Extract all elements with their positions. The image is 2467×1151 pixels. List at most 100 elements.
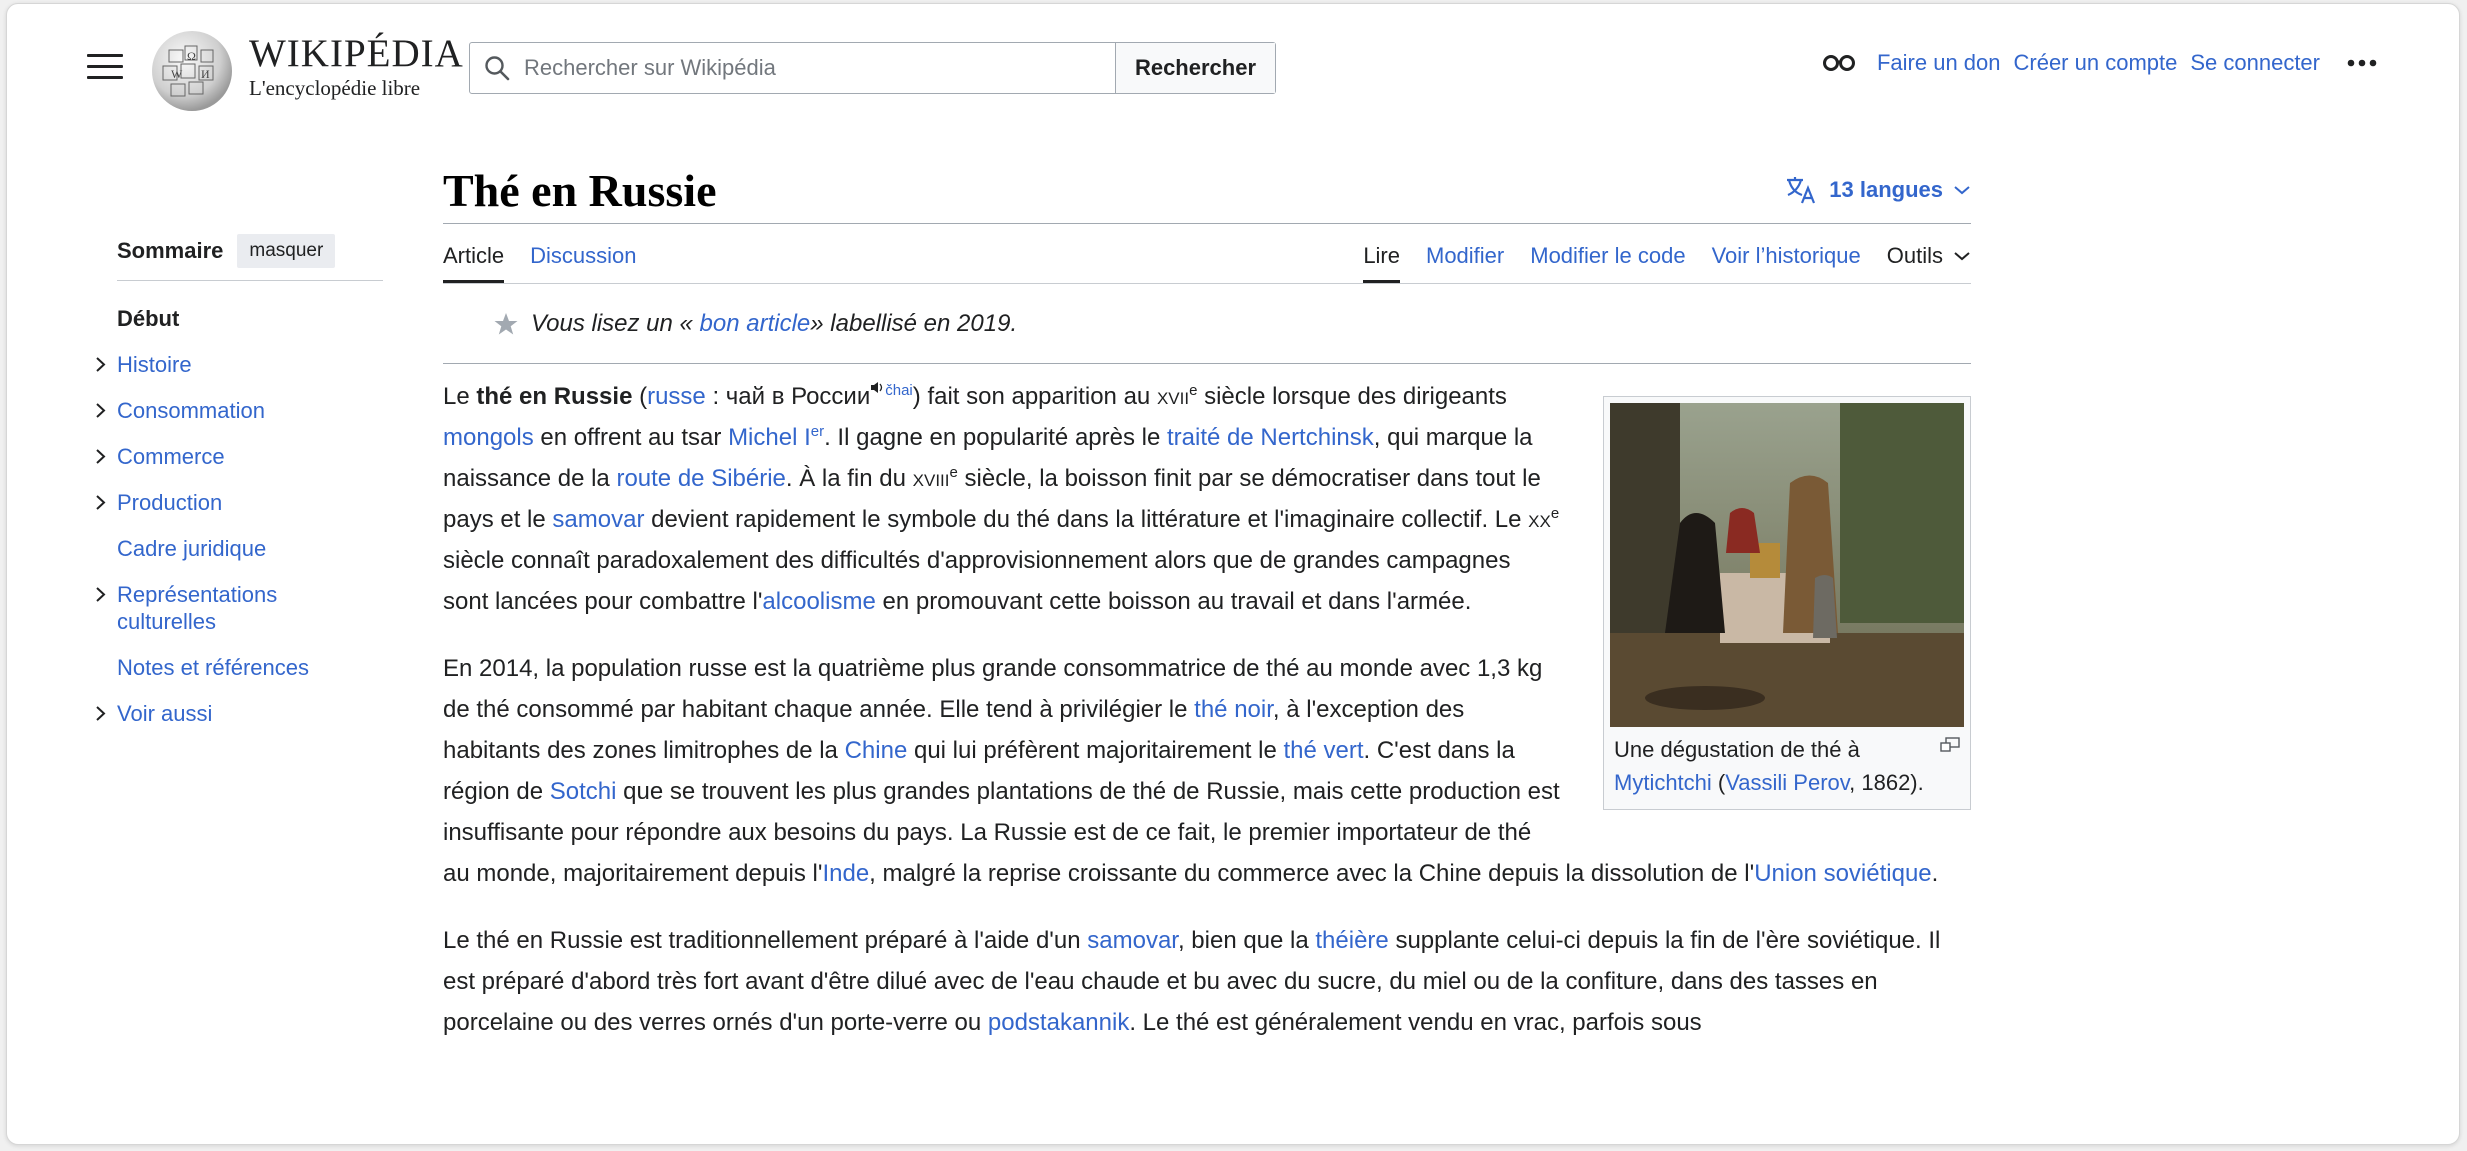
caption-link-mytichtchi[interactable]: Mytichtchi: [1614, 770, 1712, 795]
glasses-icon[interactable]: [1822, 52, 1856, 74]
text: siècle lorsque des dirigeants: [1197, 383, 1507, 410]
chevron-down-icon: [1954, 252, 1970, 261]
tab-history[interactable]: Voir l’historique: [1712, 243, 1861, 283]
language-count: 13 langues: [1829, 177, 1943, 202]
link-text: Michel I: [728, 424, 811, 451]
hamburger-icon[interactable]: [87, 54, 123, 84]
link-traite-nertchinsk[interactable]: traité de Nertchinsk: [1167, 424, 1374, 451]
caption-link-perov[interactable]: Vassili Perov: [1725, 770, 1849, 795]
toc-title: Sommaire: [117, 238, 224, 263]
chevron-right-icon[interactable]: [91, 489, 111, 516]
toc-header: Sommaire masquer: [117, 234, 383, 281]
toc-item-label: Début: [117, 306, 180, 331]
text: en promouvant cette boisson au travail e…: [875, 588, 1472, 615]
painting-image[interactable]: [1610, 403, 1964, 727]
link-samovar[interactable]: samovar: [552, 506, 644, 533]
toc-item-notes[interactable]: Notes et références: [117, 654, 383, 681]
link-chine[interactable]: Chine: [845, 737, 908, 764]
figure-caption: Une dégustation de thé à Mytichtchi (Vas…: [1610, 727, 1964, 803]
text: ) fait son apparition au: [912, 383, 1157, 410]
login-link[interactable]: Se connecter: [2190, 50, 2320, 76]
chevron-right-icon[interactable]: [91, 351, 111, 378]
toc-item-label: Cadre juridique: [117, 536, 267, 561]
svg-text:И: И: [201, 67, 210, 81]
century-numeral: xvii: [1156, 383, 1190, 410]
search-button[interactable]: Rechercher: [1115, 43, 1275, 93]
language-button[interactable]: 13 langues: [1785, 175, 1971, 205]
toc-item-cadre-juridique[interactable]: Cadre juridique: [117, 535, 383, 562]
toc-item-label: Commerce: [117, 444, 225, 469]
toc-item-representations[interactable]: Représentations culturelles: [96, 581, 317, 635]
bold-term: thé en Russie: [476, 383, 633, 410]
tab-edit[interactable]: Modifier: [1426, 243, 1504, 283]
superscript: e: [1550, 505, 1560, 522]
link-union-sovietique[interactable]: Union soviétique: [1754, 860, 1931, 887]
page-title: Thé en Russie: [443, 165, 717, 216]
caption-text: , 1862).: [1849, 770, 1924, 795]
article-body: Une dégustation de thé à Mytichtchi (Vas…: [443, 376, 1971, 1043]
link-pronunciation[interactable]: čhai: [885, 382, 913, 399]
tab-read[interactable]: Lire: [1363, 243, 1400, 283]
good-article-banner: Vous lisez un « bon article » labellisé …: [443, 284, 1971, 364]
toc-item-debut[interactable]: Début: [117, 305, 383, 332]
search-bar: Rechercher: [469, 42, 1276, 94]
chevron-right-icon[interactable]: [91, 581, 111, 608]
toc-item-production[interactable]: Production: [96, 489, 383, 516]
namespace-tabs: Article Discussion: [443, 243, 637, 283]
tab-tools[interactable]: Outils: [1887, 243, 1971, 283]
link-sotchi[interactable]: Sotchi: [550, 778, 617, 805]
donate-link[interactable]: Faire un don: [1877, 50, 2001, 76]
link-mongols[interactable]: mongols: [443, 424, 534, 451]
link-the-noir[interactable]: thé noir: [1194, 696, 1273, 723]
chevron-right-icon[interactable]: [91, 397, 111, 424]
link-theiere[interactable]: théière: [1315, 927, 1388, 954]
text: : чай в России: [705, 383, 871, 410]
link-samovar[interactable]: samovar: [1087, 927, 1178, 954]
view-tabs: Lire Modifier Modifier le code Voir l’hi…: [1363, 243, 1971, 283]
link-alcoolisme[interactable]: alcoolisme: [762, 588, 875, 615]
wikipedia-wordmark[interactable]: WIKIPÉDIA L'encyclopédie libre: [249, 32, 464, 101]
text: Le: [443, 383, 477, 410]
logo-title: WIKIPÉDIA: [249, 32, 464, 75]
caption-text: (: [1711, 770, 1726, 795]
tab-article[interactable]: Article: [443, 243, 505, 283]
logo-subtitle: L'encyclopédie libre: [249, 76, 421, 100]
tools-label: Outils: [1886, 243, 1943, 268]
toc-item-consommation[interactable]: Consommation: [96, 397, 383, 424]
text: (: [632, 383, 648, 410]
create-account-link[interactable]: Créer un compte: [2014, 50, 2178, 76]
caption-text: Une dégustation de thé à: [1614, 737, 1860, 762]
link-inde[interactable]: Inde: [822, 860, 869, 887]
chevron-down-icon: [1954, 186, 1970, 195]
link-michel[interactable]: Michel Ier: [728, 424, 824, 451]
tab-edit-source[interactable]: Modifier le code: [1530, 243, 1685, 283]
text: , bien que la: [1177, 927, 1316, 954]
page-tabs: Article Discussion Lire Modifier Modifie…: [443, 224, 1971, 284]
link-podstakannik[interactable]: podstakannik: [988, 1009, 1129, 1036]
tab-discussion[interactable]: Discussion: [530, 243, 636, 283]
good-article-prefix: Vous lisez un «: [531, 309, 693, 337]
text: Le thé en Russie est traditionnellement …: [443, 927, 1088, 954]
search-field: [470, 43, 1115, 93]
toc-item-voir-aussi[interactable]: Voir aussi: [96, 700, 383, 727]
enlarge-icon[interactable]: [1940, 737, 1960, 753]
text: , malgré la reprise croissante du commer…: [869, 860, 1755, 887]
chevron-right-icon[interactable]: [91, 700, 111, 727]
ellipsis-icon[interactable]: [2345, 52, 2379, 74]
toc-item-label: Production: [117, 490, 223, 515]
toc-item-histoire[interactable]: Histoire: [96, 351, 383, 378]
good-article-suffix: » labellisé en 2019.: [810, 309, 1018, 337]
article-figure: Une dégustation de thé à Mytichtchi (Vas…: [1603, 396, 1971, 810]
link-route-siberie[interactable]: route de Sibérie: [616, 465, 785, 492]
link-the-vert[interactable]: thé vert: [1283, 737, 1363, 764]
good-article-link[interactable]: bon article: [700, 310, 811, 338]
link-russe[interactable]: russe: [647, 383, 706, 410]
text: . Il gagne en popularité après le: [824, 424, 1167, 451]
toc-item-label: Notes et références: [117, 655, 309, 680]
speaker-icon[interactable]: [870, 380, 885, 395]
toc-hide-button[interactable]: masquer: [237, 234, 336, 268]
chevron-right-icon[interactable]: [91, 443, 111, 470]
search-input[interactable]: [524, 55, 1084, 81]
toc-item-commerce[interactable]: Commerce: [96, 443, 383, 470]
wikipedia-globe-logo[interactable]: Ω W И: [149, 28, 235, 114]
